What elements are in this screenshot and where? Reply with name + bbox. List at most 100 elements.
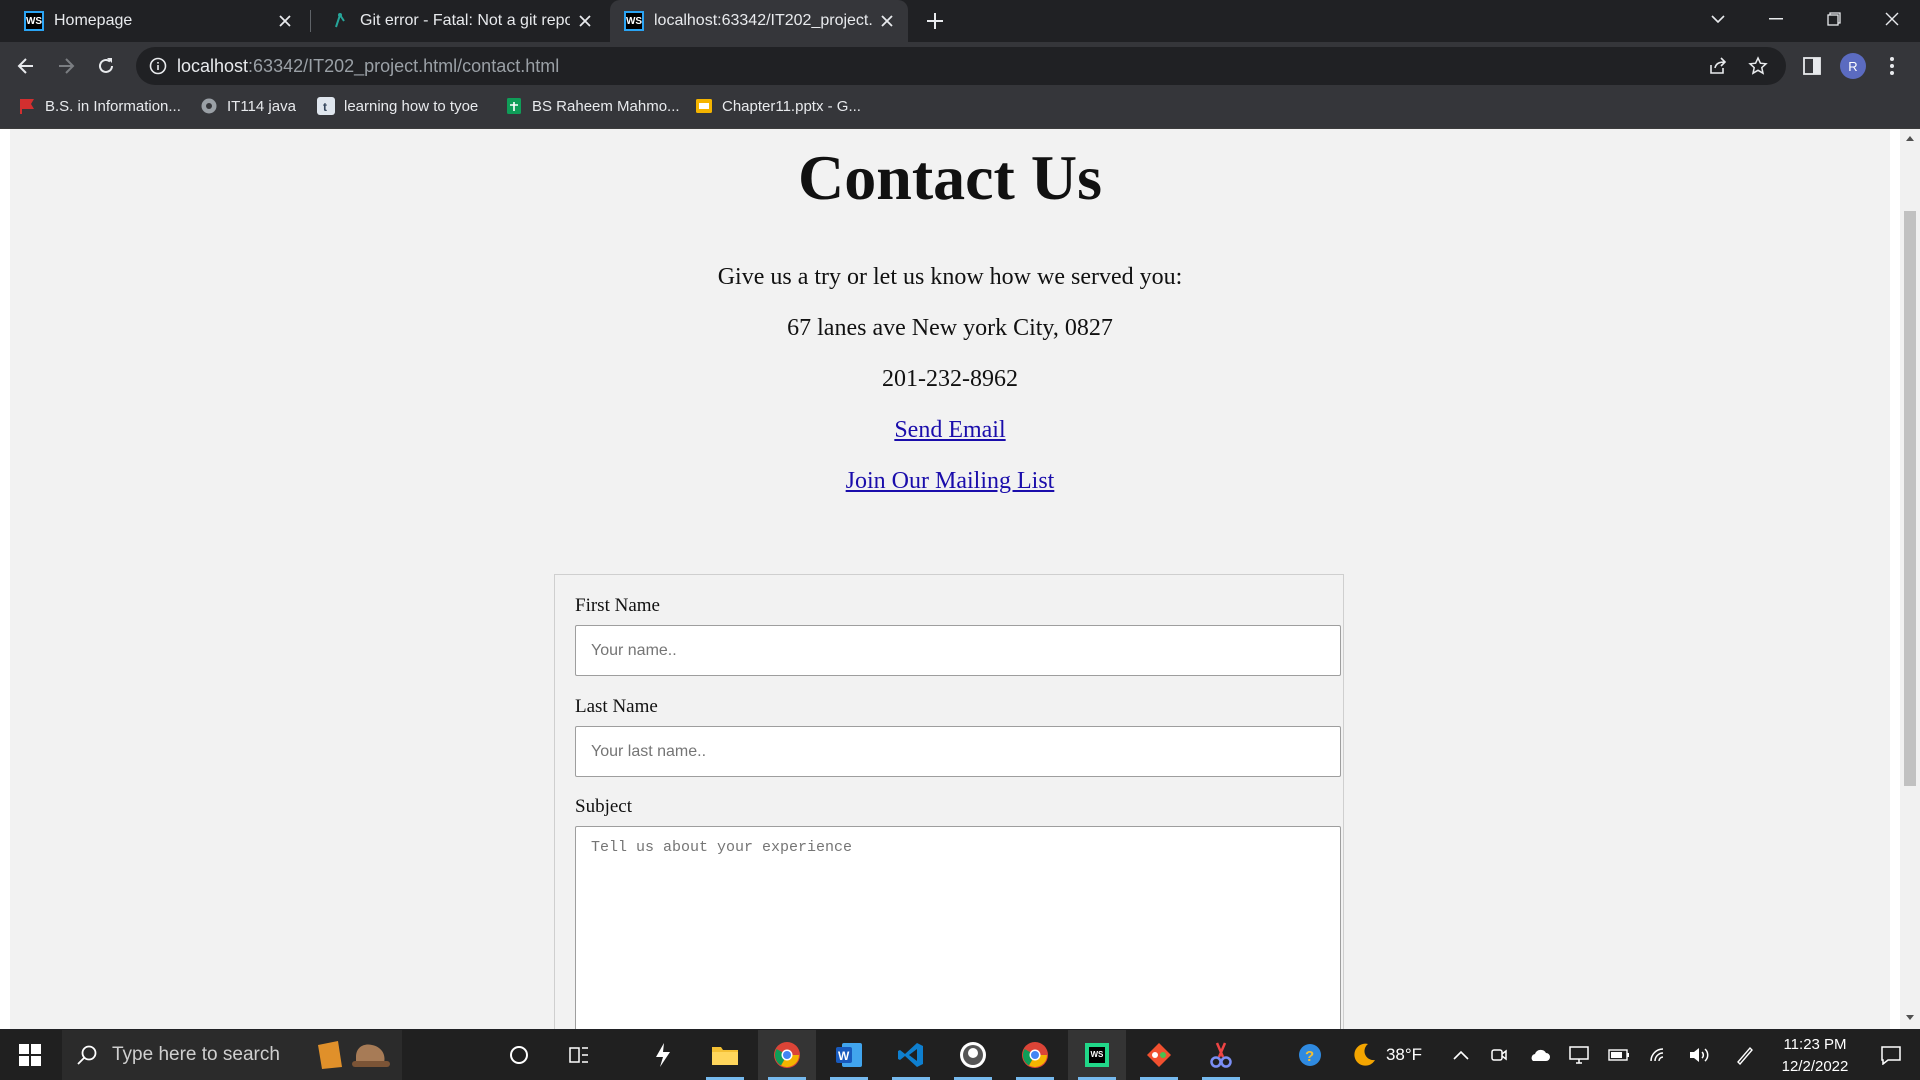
first-name-input[interactable] (575, 625, 1341, 676)
task-view-icon[interactable] (554, 1030, 604, 1080)
onedrive-icon[interactable] (1524, 1030, 1554, 1080)
taskbar-app-word[interactable]: W (820, 1030, 878, 1080)
weather-widget[interactable]: 38°F (1340, 1030, 1432, 1080)
scroll-down-icon[interactable] (1904, 1013, 1916, 1025)
clock-time: 11:23 PM (1783, 1036, 1847, 1053)
send-email-row: Send Email (10, 417, 1890, 444)
folder-icon (712, 1047, 738, 1065)
taskbar-app-blitz[interactable] (634, 1030, 692, 1080)
tab-title: Homepage (54, 12, 133, 29)
meet-icon[interactable] (1484, 1030, 1514, 1080)
scroll-up-icon[interactable] (1904, 133, 1916, 145)
svg-text:t: t (323, 100, 327, 114)
notification-icon[interactable] (1866, 1030, 1916, 1080)
address-text: 67 lanes ave New york City, 0827 (787, 315, 1113, 341)
windows-logo-icon (19, 1044, 41, 1066)
pen-icon[interactable] (1730, 1030, 1760, 1080)
volume-icon[interactable] (1684, 1030, 1714, 1080)
close-window-button[interactable] (1864, 0, 1920, 38)
new-tab-button[interactable] (920, 6, 950, 36)
menu-icon[interactable] (1874, 48, 1910, 84)
tab-title: Git error - Fatal: Not a git reposit (360, 12, 570, 29)
close-icon[interactable] (570, 6, 600, 36)
windows-taskbar: Type here to search W WS ? 38°F 11:23 PM… (0, 1030, 1920, 1080)
bookmark-star-icon[interactable] (1746, 54, 1770, 78)
bookmark-item[interactable]: B.S. in Information... (18, 90, 181, 122)
slides-icon (695, 97, 713, 115)
bookmark-label: Chapter11.pptx - G... (722, 97, 861, 115)
address-bar[interactable]: localhost:63342/IT202_project.html/conta… (136, 47, 1786, 85)
taskbar-app-snip[interactable] (1192, 1030, 1250, 1080)
forward-button[interactable] (48, 48, 84, 84)
search-placeholder: Type here to search (112, 1044, 280, 1065)
mailing-list-link[interactable]: Join Our Mailing List (846, 468, 1055, 494)
page-title: Contact Us (798, 142, 1102, 213)
tumblr-icon: t (317, 97, 335, 115)
side-panel-icon[interactable] (1794, 48, 1830, 84)
bookmark-label: learning how to tyoe (344, 97, 479, 115)
moon-icon (1354, 1043, 1375, 1066)
tab-contact[interactable]: WS localhost:63342/IT202_project.htı (610, 0, 908, 42)
system-clock[interactable]: 11:23 PM 12/2/2022 (1760, 1034, 1870, 1078)
phone-text: 201-232-8962 (882, 366, 1018, 392)
svg-text:W: W (838, 1049, 850, 1063)
share-icon[interactable] (1706, 54, 1730, 78)
globe-icon (200, 97, 218, 115)
show-hidden-icons[interactable] (1446, 1030, 1476, 1080)
profile-avatar[interactable]: R (1840, 53, 1866, 79)
search-icon (76, 1044, 98, 1066)
tab-search-button[interactable] (1690, 0, 1746, 38)
start-button[interactable] (0, 1030, 60, 1080)
github-icon (960, 1042, 986, 1068)
chrome-icon (1022, 1042, 1048, 1068)
wifi-icon[interactable] (1644, 1030, 1674, 1080)
taskbar-app-chrome-profile[interactable] (1006, 1030, 1064, 1080)
sheets-icon (505, 97, 523, 115)
bookmark-label: B.S. in Information... (45, 97, 181, 115)
close-icon[interactable] (270, 6, 300, 36)
page-viewport: Contact Us Give us a try or let us know … (0, 129, 1920, 1029)
taskbar-app-file-explorer[interactable] (696, 1030, 754, 1080)
svg-text:?: ? (1305, 1048, 1314, 1065)
display-icon[interactable] (1564, 1030, 1594, 1080)
bookmark-item[interactable]: t learning how to tyoe (317, 90, 478, 122)
search-highlight-icon (312, 1037, 392, 1073)
close-icon[interactable] (872, 6, 902, 36)
bookmark-item[interactable]: BS Raheem Mahmo... (505, 90, 680, 122)
taskbar-app-vscode[interactable] (882, 1030, 940, 1080)
url-path: :63342/IT202_project.html/contact.html (248, 56, 560, 76)
restore-button[interactable] (1806, 0, 1862, 38)
scroll-thumb[interactable] (1904, 211, 1916, 786)
subject-textarea[interactable] (575, 826, 1341, 1029)
url-text[interactable]: localhost:63342/IT202_project.html/conta… (177, 47, 559, 85)
chrome-icon (774, 1042, 800, 1068)
contact-form: First Name Last Name Subject (554, 574, 1344, 1029)
bookmark-item[interactable]: IT114 java (200, 90, 296, 122)
snipping-tool-icon (1210, 1042, 1232, 1068)
info-icon[interactable] (148, 56, 168, 76)
taskbar-app-git[interactable] (1130, 1030, 1188, 1080)
svg-text:WS: WS (1091, 1050, 1105, 1059)
webstorm-icon: WS (1085, 1043, 1109, 1067)
reload-button[interactable] (88, 48, 124, 84)
browser-toolbar: localhost:63342/IT202_project.html/conta… (0, 42, 1920, 90)
send-email-link[interactable]: Send Email (894, 417, 1005, 443)
tab-git-error[interactable]: Git error - Fatal: Not a git reposit (306, 0, 606, 42)
battery-icon[interactable] (1604, 1030, 1634, 1080)
vscode-icon (898, 1043, 923, 1067)
taskbar-app-webstorm[interactable]: WS (1068, 1030, 1126, 1080)
page-scrollbar[interactable] (1900, 129, 1920, 1029)
intro-text: Give us a try or let us know how we serv… (717, 264, 1183, 290)
minimize-button[interactable] (1748, 0, 1804, 38)
bookmark-label: BS Raheem Mahmo... (532, 97, 680, 115)
back-button[interactable] (8, 48, 44, 84)
last-name-input[interactable] (575, 726, 1341, 777)
bookmark-item[interactable]: Chapter11.pptx - G... (695, 90, 861, 122)
taskbar-app-chrome[interactable] (758, 1030, 816, 1080)
taskbar-search-box[interactable]: Type here to search (62, 1030, 402, 1080)
taskbar-app-github-desktop[interactable] (944, 1030, 1002, 1080)
subject-label: Subject (575, 796, 632, 817)
tab-homepage[interactable]: WS Homepage (0, 0, 306, 42)
help-icon[interactable]: ? (1296, 1030, 1324, 1080)
cortana-icon[interactable] (494, 1030, 544, 1080)
